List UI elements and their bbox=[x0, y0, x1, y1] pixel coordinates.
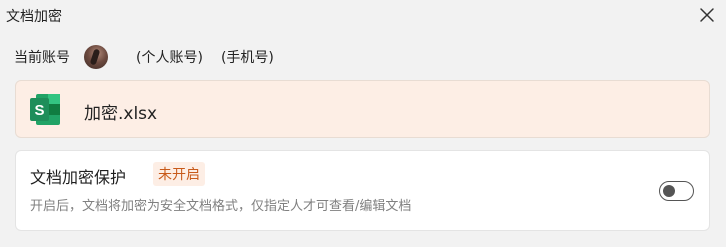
spreadsheet-icon: S bbox=[30, 94, 60, 125]
toggle-knob bbox=[663, 184, 675, 197]
spreadsheet-icon-letter: S bbox=[34, 102, 44, 119]
status-badge: 未开启 bbox=[153, 162, 205, 186]
protection-toggle[interactable] bbox=[659, 181, 694, 201]
protection-title: 文档加密保护 bbox=[30, 168, 127, 187]
account-label: 当前账号 bbox=[14, 50, 70, 66]
close-icon bbox=[700, 8, 714, 22]
account-row: 当前账号 (个人账号) (手机号) bbox=[14, 44, 274, 70]
title-bar: 文档加密 bbox=[0, 0, 726, 34]
protection-description: 开启后，文档将加密为安全文档格式，仅指定人才可查看/编辑文档 bbox=[30, 199, 412, 214]
avatar bbox=[84, 45, 108, 69]
window-title: 文档加密 bbox=[6, 9, 62, 25]
file-card: S 加密.xlsx bbox=[15, 80, 710, 138]
file-name: 加密.xlsx bbox=[84, 104, 158, 124]
protection-card: 文档加密保护 未开启 开启后，文档将加密为安全文档格式，仅指定人才可查看/编辑文… bbox=[15, 150, 710, 231]
account-login-method: (手机号) bbox=[220, 50, 274, 66]
close-button[interactable] bbox=[698, 6, 716, 24]
account-type: (个人账号) bbox=[136, 50, 203, 66]
